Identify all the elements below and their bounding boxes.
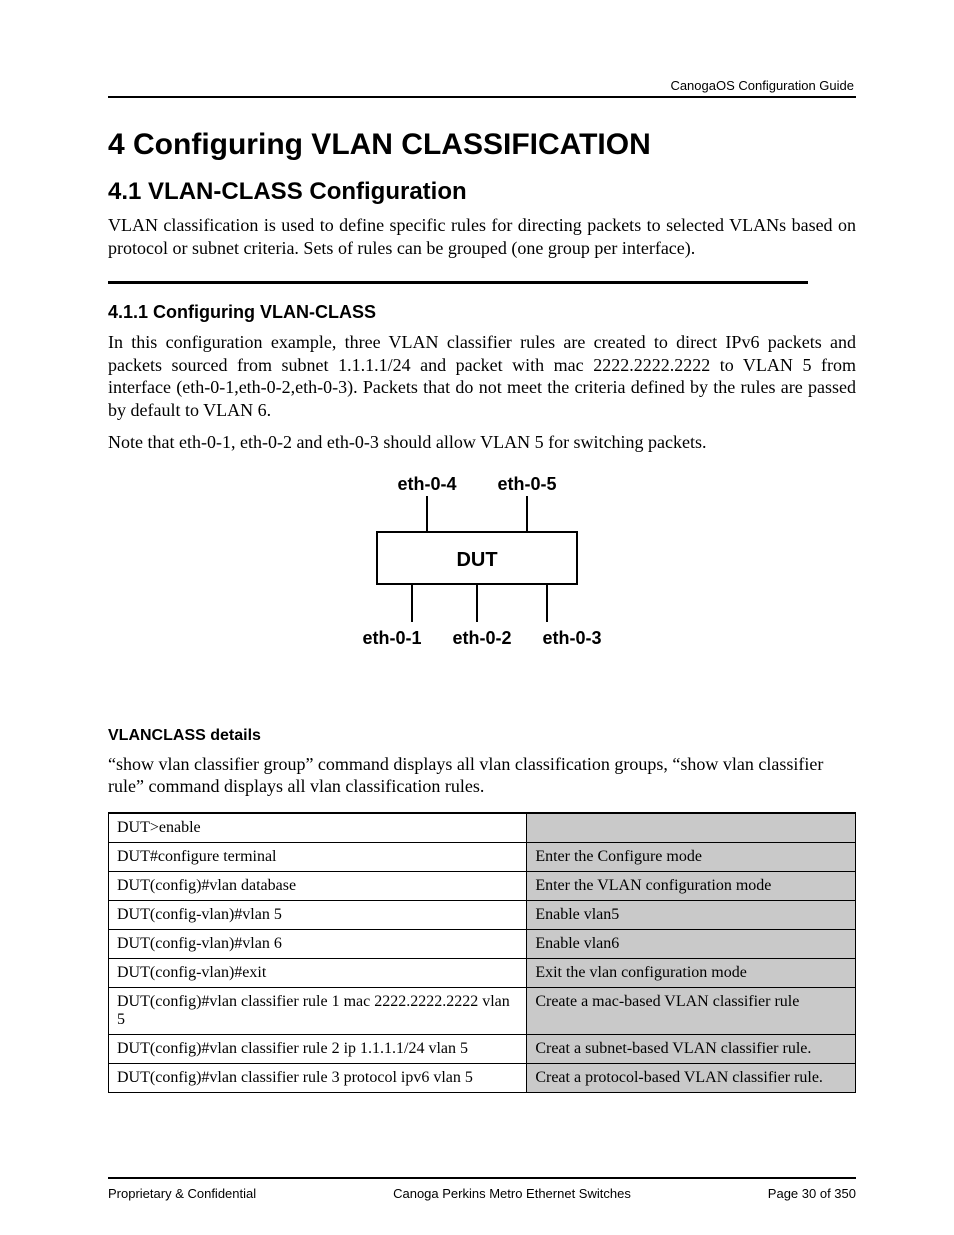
diagram-label-eth-0-3: eth-0-3 — [542, 628, 601, 648]
table-row: DUT(config)#vlan databaseEnter the VLAN … — [109, 871, 856, 900]
command-cell: DUT#configure terminal — [109, 842, 527, 871]
details-para: “show vlan classifier group” command dis… — [108, 753, 856, 798]
doc-title: CanogaOS Configuration Guide — [670, 78, 854, 93]
table-row: DUT>enable — [109, 813, 856, 843]
diagram-box-label: DUT — [456, 549, 497, 571]
section-rule — [108, 281, 808, 284]
header-rule — [108, 96, 856, 98]
table-row: DUT(config-vlan)#vlan 6Enable vlan6 — [109, 929, 856, 958]
table-row: DUT(config-vlan)#exitExit the vlan confi… — [109, 958, 856, 987]
topology-diagram: eth-0-4 eth-0-5 DUT eth-0-1 eth-0-2 eth-… — [108, 472, 856, 667]
diagram-label-eth-0-4: eth-0-4 — [397, 474, 456, 494]
diagram-label-eth-0-2: eth-0-2 — [452, 628, 511, 648]
command-table: DUT>enableDUT#configure terminalEnter th… — [108, 812, 856, 1093]
table-row: DUT(config)#vlan classifier rule 3 proto… — [109, 1063, 856, 1092]
table-row: DUT(config-vlan)#vlan 5Enable vlan5 — [109, 900, 856, 929]
table-row: DUT(config)#vlan classifier rule 1 mac 2… — [109, 987, 856, 1034]
command-cell: DUT(config)#vlan classifier rule 2 ip 1.… — [109, 1034, 527, 1063]
description-cell: Enter the Configure mode — [527, 842, 856, 871]
subsection-para2: Note that eth-0-1, eth-0-2 and eth-0-3 s… — [108, 431, 856, 454]
section-intro: VLAN classification is used to define sp… — [108, 214, 856, 259]
command-cell: DUT(config)#vlan classifier rule 1 mac 2… — [109, 987, 527, 1034]
footer-left: Proprietary & Confidential — [108, 1186, 256, 1201]
description-cell: Creat a protocol-based VLAN classifier r… — [527, 1063, 856, 1092]
diagram-label-eth-0-5: eth-0-5 — [497, 474, 556, 494]
description-cell: Enable vlan6 — [527, 929, 856, 958]
chapter-title: 4 Configuring VLAN CLASSIFICATION — [108, 128, 856, 162]
command-cell: DUT(config-vlan)#vlan 5 — [109, 900, 527, 929]
table-row: DUT#configure terminalEnter the Configur… — [109, 842, 856, 871]
description-cell: Enable vlan5 — [527, 900, 856, 929]
description-cell: Create a mac-based VLAN classifier rule — [527, 987, 856, 1034]
footer-center: Canoga Perkins Metro Ethernet Switches — [256, 1186, 768, 1201]
details-heading: VLANCLASS details — [108, 727, 856, 745]
command-cell: DUT(config-vlan)#vlan 6 — [109, 929, 527, 958]
subsection-title: 4.1.1 Configuring VLAN-CLASS — [108, 302, 856, 323]
footer-rule — [108, 1177, 856, 1179]
subsection-para1: In this configuration example, three VLA… — [108, 331, 856, 421]
description-cell: Exit the vlan configuration mode — [527, 958, 856, 987]
description-cell: Enter the VLAN configuration mode — [527, 871, 856, 900]
footer-right: Page 30 of 350 — [768, 1186, 856, 1201]
diagram-label-eth-0-1: eth-0-1 — [362, 628, 421, 648]
command-cell: DUT(config)#vlan database — [109, 871, 527, 900]
command-cell: DUT(config-vlan)#exit — [109, 958, 527, 987]
description-cell — [527, 813, 856, 843]
command-cell: DUT>enable — [109, 813, 527, 843]
command-cell: DUT(config)#vlan classifier rule 3 proto… — [109, 1063, 527, 1092]
table-row: DUT(config)#vlan classifier rule 2 ip 1.… — [109, 1034, 856, 1063]
description-cell: Creat a subnet-based VLAN classifier rul… — [527, 1034, 856, 1063]
section-title: 4.1 VLAN-CLASS Configuration — [108, 178, 856, 206]
